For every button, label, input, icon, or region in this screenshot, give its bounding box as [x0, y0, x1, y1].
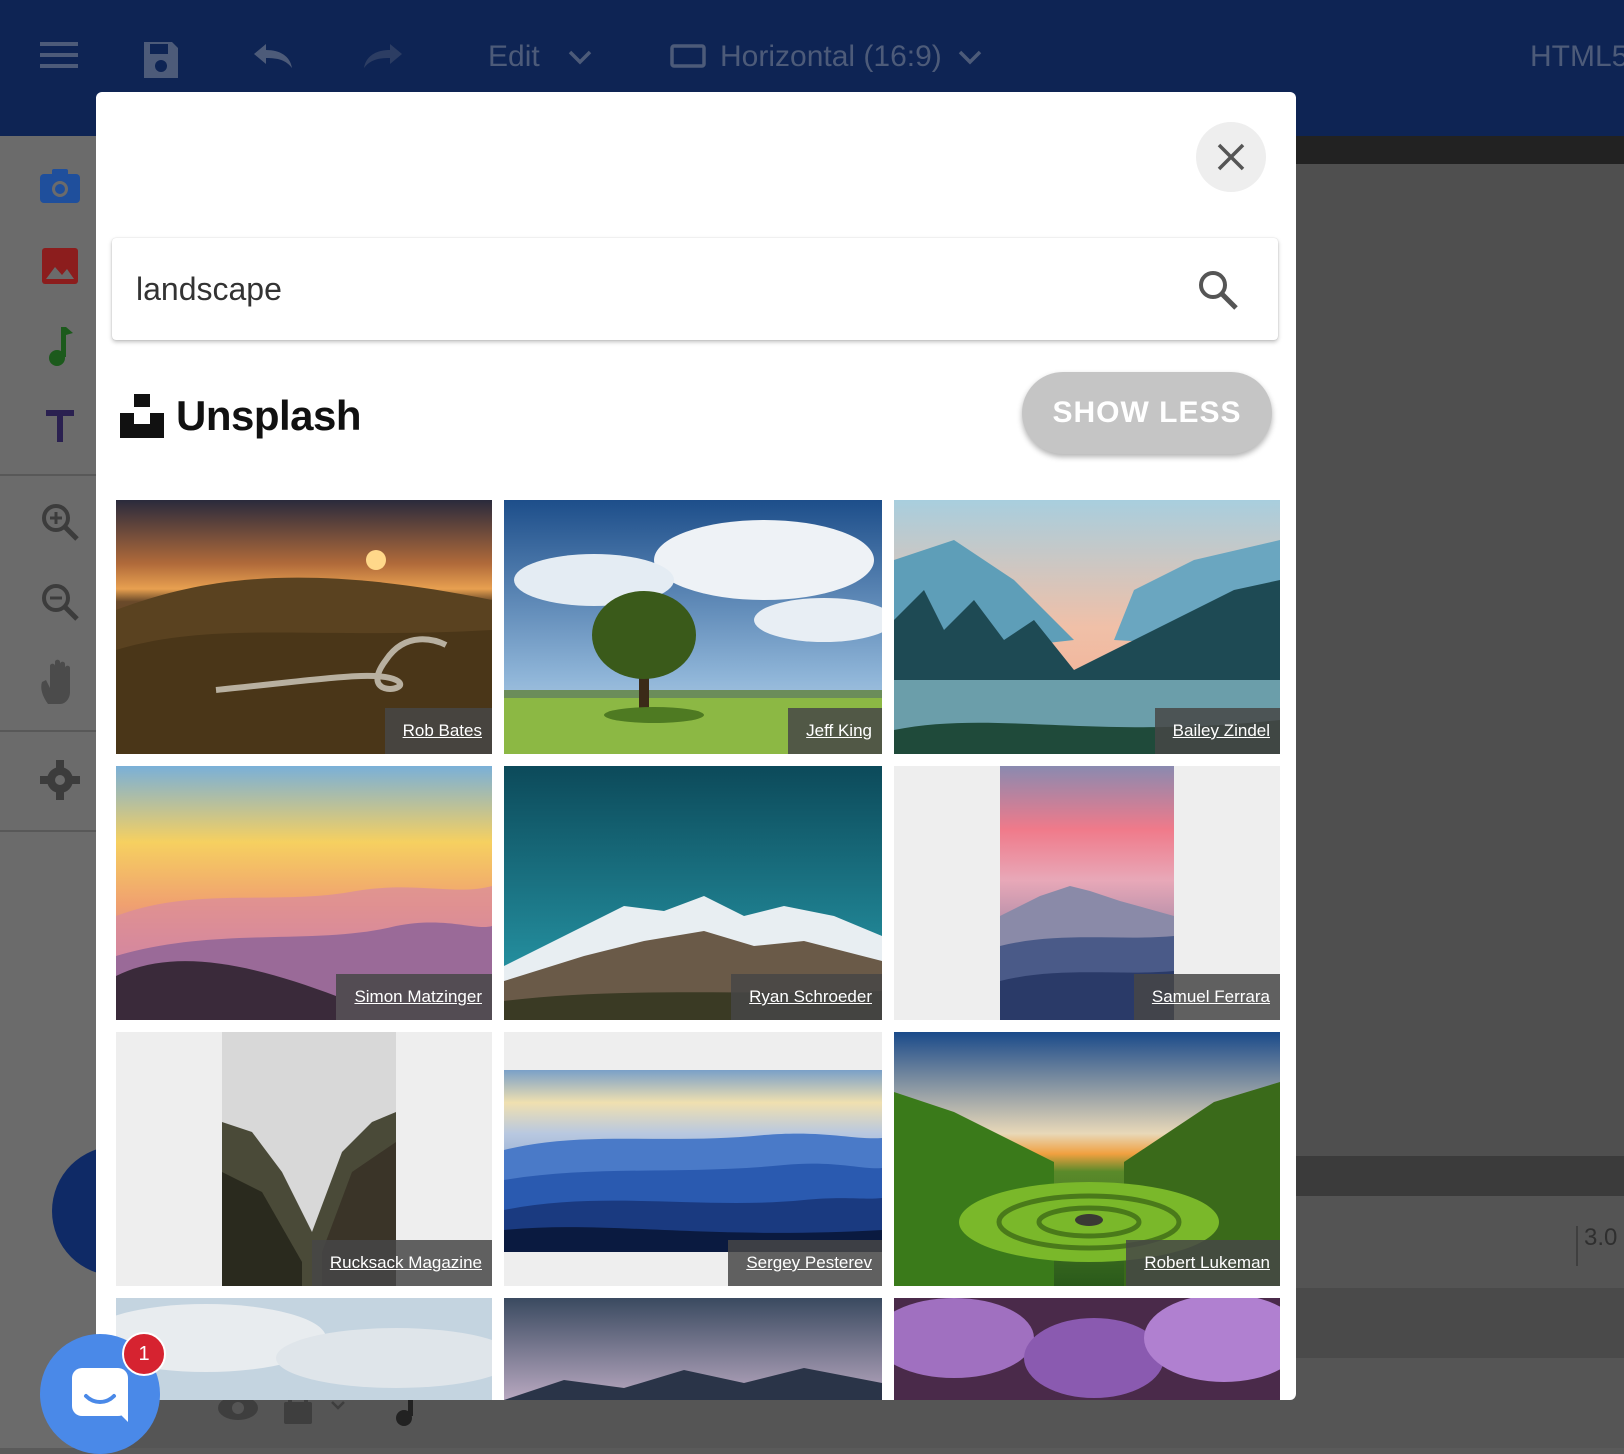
photo-cloudy-sky [116, 1298, 492, 1400]
music-note-icon[interactable] [36, 322, 84, 370]
photo-tile[interactable]: Rob Bates [116, 500, 492, 754]
chevron-down-icon[interactable] [330, 1400, 346, 1410]
photo-tile[interactable] [116, 1298, 492, 1400]
unsplash-logo: Unsplash [120, 392, 362, 440]
aspect-label: Horizontal (16:9) [720, 40, 942, 73]
export-label: HTML5 [1530, 40, 1624, 73]
edit-label: Edit [488, 40, 540, 73]
photo-credit-link[interactable]: Samuel Ferrara [1133, 974, 1280, 1020]
photo-stormy-mountains [504, 1298, 882, 1400]
photo-tile[interactable]: Robert Lukeman [894, 1032, 1280, 1286]
photo-tile[interactable]: Simon Matzinger [116, 766, 492, 1020]
redo-icon[interactable] [362, 40, 406, 70]
image-icon[interactable] [36, 242, 84, 290]
chevron-down-icon [958, 50, 982, 65]
photo-credit-link[interactable]: Robert Lukeman [1126, 1240, 1280, 1286]
search-bar [112, 238, 1278, 340]
camera-icon[interactable] [36, 162, 84, 210]
zoom-out-icon[interactable] [36, 578, 84, 626]
timeline-tick-label: 3.0 [1584, 1224, 1618, 1251]
photo-credit-link[interactable]: Ryan Schroeder [731, 974, 882, 1020]
search-icon[interactable] [1196, 268, 1240, 312]
chat-icon [72, 1368, 128, 1422]
photo-tile[interactable]: Bailey Zindel [894, 500, 1280, 754]
text-icon[interactable] [36, 402, 84, 450]
aspect-ratio-selector[interactable]: Horizontal (16:9) [670, 40, 982, 74]
hamburger-menu-icon[interactable] [40, 40, 78, 70]
photo-credit-link[interactable]: Bailey Zindel [1154, 708, 1280, 754]
zoom-in-icon[interactable] [36, 498, 84, 546]
close-button[interactable] [1196, 122, 1266, 192]
photo-tile[interactable]: Rucksack Magazine [116, 1032, 492, 1286]
unsplash-wordmark: Unsplash [176, 392, 362, 439]
save-icon[interactable] [142, 40, 180, 80]
undo-icon[interactable] [250, 40, 294, 70]
notification-badge: 1 [122, 1332, 166, 1376]
photo-blue-layered-mountains [504, 1070, 882, 1252]
settings-icon[interactable] [36, 756, 84, 804]
photo-tile[interactable] [894, 1298, 1280, 1400]
timeline-tick [1576, 1226, 1578, 1266]
photo-credit-link[interactable]: Rob Bates [384, 708, 492, 754]
canvas-ruler [1295, 136, 1624, 164]
search-input[interactable] [134, 258, 1138, 320]
image-search-dialog: Unsplash SHOW LESS Rob Bates [96, 92, 1296, 1400]
photo-credit-link[interactable]: Rucksack Magazine [311, 1240, 492, 1286]
photo-tile[interactable]: Jeff King [504, 500, 882, 754]
photo-credit-link[interactable]: Sergey Pesterev [728, 1240, 882, 1286]
edit-menu[interactable]: Edit [488, 40, 592, 74]
photo-purple-trees [894, 1298, 1280, 1400]
photo-tile[interactable] [504, 1298, 882, 1400]
chevron-down-icon [568, 50, 591, 65]
photo-credit-link[interactable]: Simon Matzinger [336, 974, 492, 1020]
show-less-button[interactable]: SHOW LESS [1022, 372, 1272, 454]
screen-icon [670, 44, 706, 68]
export-button[interactable]: HTML5 [1530, 40, 1624, 74]
photo-tile[interactable]: Sergey Pesterev [504, 1032, 882, 1286]
close-icon [1217, 143, 1245, 171]
photo-tile[interactable]: Samuel Ferrara [894, 766, 1280, 1020]
photo-tile[interactable]: Ryan Schroeder [504, 766, 882, 1020]
hand-icon[interactable] [36, 658, 84, 706]
photo-credit-link[interactable]: Jeff King [788, 708, 882, 754]
unsplash-logo-icon [120, 394, 164, 438]
